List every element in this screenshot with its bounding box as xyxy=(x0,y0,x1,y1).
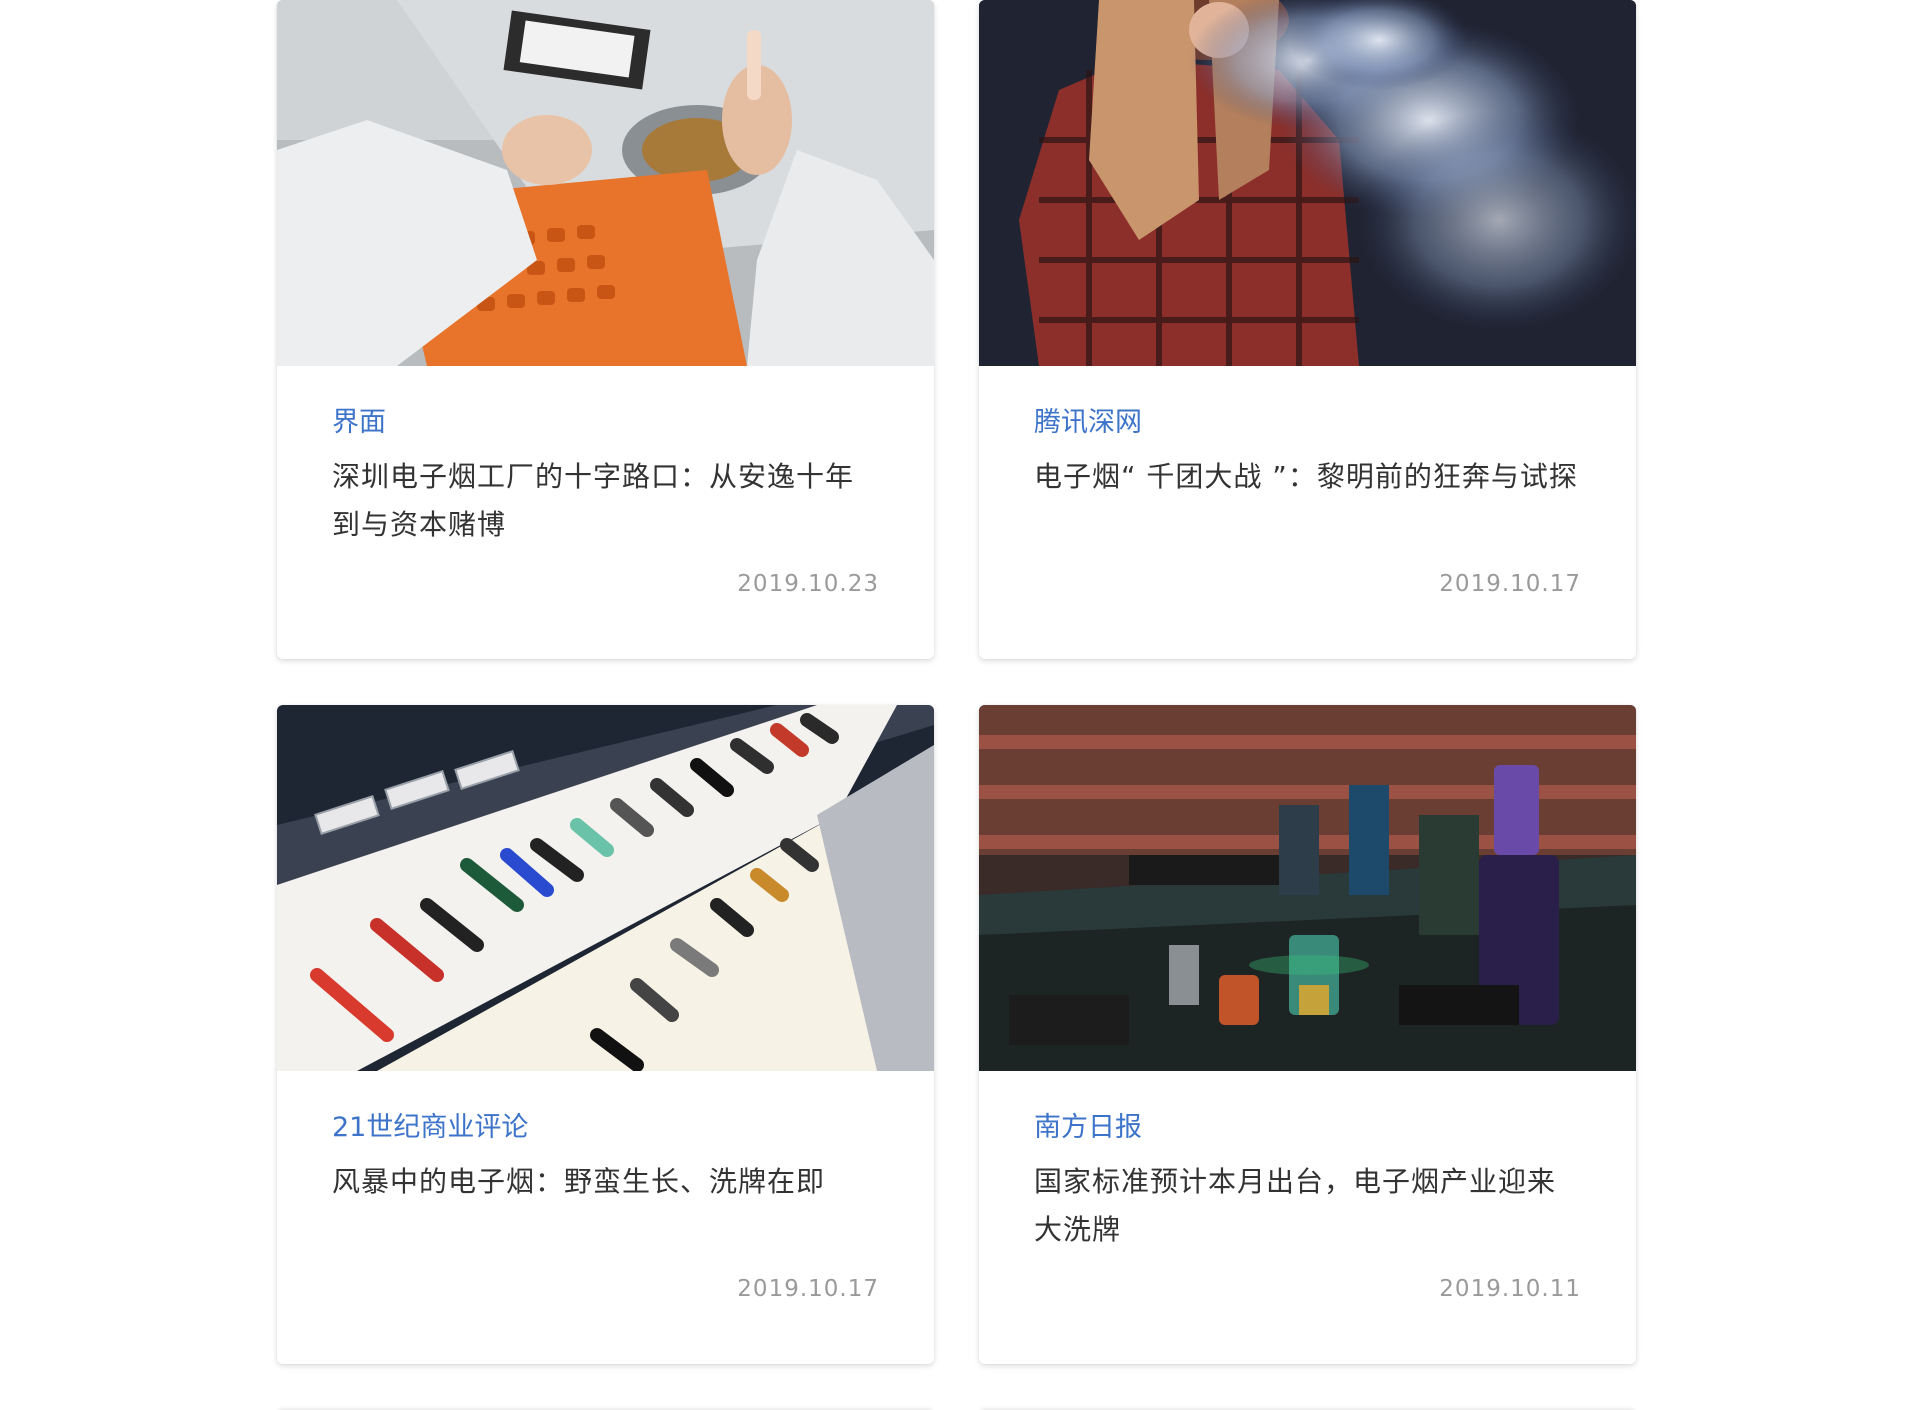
article-content: 21世纪商业评论 风暴中的电子烟：野蛮生长、洗牌在即 2019.10.17 xyxy=(277,1071,934,1302)
article-source[interactable]: 界面 xyxy=(332,405,879,441)
article-content: 腾讯深网 电子烟“ 千团大战 ”：黎明前的狂奔与试探 2019.10.17 xyxy=(979,366,1636,597)
article-thumbnail[interactable] xyxy=(277,705,934,1071)
vape-pens-display-shelf-photo xyxy=(277,705,934,1071)
article-date: 2019.10.23 xyxy=(737,571,879,597)
news-card[interactable]: 腾讯深网 电子烟“ 千团大战 ”：黎明前的狂奔与试探 2019.10.17 xyxy=(979,0,1636,659)
article-title[interactable]: 深圳电子烟工厂的十字路口：从安逸十年到与资本赌博 xyxy=(332,453,879,549)
article-source[interactable]: 21世纪商业评论 xyxy=(332,1110,879,1146)
vape-shop-counter-photo xyxy=(979,705,1636,1071)
article-thumbnail[interactable] xyxy=(979,705,1636,1071)
news-card[interactable]: 南方日报 国家标准预计本月出台，电子烟产业迎来大洗牌 2019.10.11 xyxy=(979,705,1636,1364)
news-card[interactable]: 21世纪商业评论 风暴中的电子烟：野蛮生长、洗牌在即 2019.10.17 xyxy=(277,705,934,1364)
article-title[interactable]: 风暴中的电子烟：野蛮生长、洗牌在即 xyxy=(332,1158,879,1254)
article-date: 2019.10.17 xyxy=(737,1276,879,1302)
woman-exhaling-vapor-photo xyxy=(979,0,1636,366)
news-card-grid: 界面 深圳电子烟工厂的十字路口：从安逸十年到与资本赌博 2019.10.23 腾… xyxy=(277,0,1643,1410)
article-content: 界面 深圳电子烟工厂的十字路口：从安逸十年到与资本赌博 2019.10.23 xyxy=(277,366,934,597)
article-source[interactable]: 南方日报 xyxy=(1034,1110,1581,1146)
article-thumbnail[interactable] xyxy=(277,0,934,366)
news-list-page: 界面 深圳电子烟工厂的十字路口：从安逸十年到与资本赌博 2019.10.23 腾… xyxy=(0,0,1920,1410)
article-date: 2019.10.11 xyxy=(1439,1276,1581,1302)
article-title[interactable]: 电子烟“ 千团大战 ”：黎明前的狂奔与试探 xyxy=(1034,453,1581,549)
article-date: 2019.10.17 xyxy=(1439,571,1581,597)
article-content: 南方日报 国家标准预计本月出台，电子烟产业迎来大洗牌 2019.10.11 xyxy=(979,1071,1636,1302)
article-thumbnail[interactable] xyxy=(979,0,1636,366)
article-title[interactable]: 国家标准预计本月出台，电子烟产业迎来大洗牌 xyxy=(1034,1158,1581,1254)
article-source[interactable]: 腾讯深网 xyxy=(1034,405,1581,441)
lab-worker-vape-cartridge-photo xyxy=(277,0,934,366)
news-card[interactable]: 界面 深圳电子烟工厂的十字路口：从安逸十年到与资本赌博 2019.10.23 xyxy=(277,0,934,659)
